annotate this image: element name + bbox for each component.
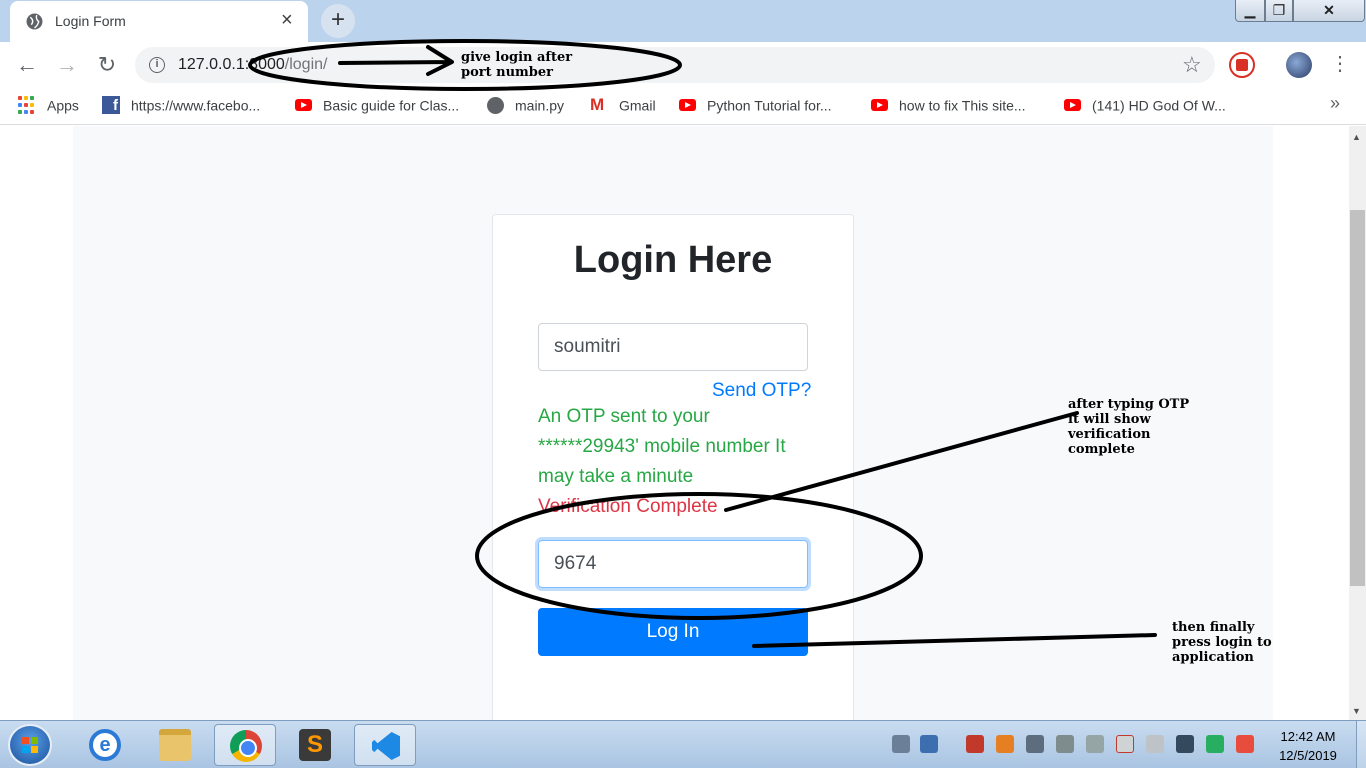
tab-title: Login Form	[55, 13, 126, 29]
bookmark-main-py[interactable]: main.py	[487, 96, 564, 116]
pdf-icon[interactable]	[966, 735, 984, 753]
internet-explorer-icon: e	[89, 729, 121, 761]
youtube-icon	[295, 99, 312, 112]
windows-taskbar: e 12:42 AM 12/5/2019	[0, 720, 1366, 768]
login-button[interactable]: Log In	[538, 608, 808, 656]
signal-icon[interactable]	[1026, 735, 1044, 753]
bookmark-basic-guide[interactable]: Basic guide for Clas...	[295, 96, 459, 116]
bookmark-facebook[interactable]: f https://www.facebo...	[102, 96, 260, 116]
globe-icon	[26, 13, 43, 30]
page-title: Login Here	[573, 239, 773, 281]
facebook-icon: f	[102, 96, 120, 115]
wifi-icon[interactable]	[892, 735, 910, 753]
scroll-down-icon[interactable]: ▼	[1352, 706, 1361, 716]
bookmark-god-of-war[interactable]: (141) HD God Of W...	[1064, 96, 1226, 116]
url-path: /login/	[284, 56, 328, 73]
start-button[interactable]	[8, 724, 52, 766]
windows-flag-icon	[22, 737, 38, 753]
back-icon[interactable]: ←	[14, 52, 40, 78]
otp-annotation-note: after typing OTP it will show verificatio…	[1068, 397, 1190, 457]
tab-strip: Login Form × + ▁ ❐ ✕	[0, 0, 1366, 42]
chrome-icon	[230, 730, 262, 762]
login-annotation-note: then finally press login to application	[1172, 620, 1272, 665]
bluetooth-transfer-icon[interactable]	[920, 735, 938, 753]
profile-avatar[interactable]	[1286, 52, 1312, 78]
taskbar-clock[interactable]: 12:42 AM 12/5/2019	[1268, 727, 1348, 765]
menu-kebab-icon[interactable]: ⋮	[1330, 50, 1350, 78]
show-desktop-button[interactable]	[1356, 721, 1366, 768]
reload-icon[interactable]: ↻	[94, 52, 120, 78]
folder-icon	[159, 729, 191, 761]
new-tab-button[interactable]: +	[321, 4, 355, 38]
verification-message: Verification Complete	[538, 496, 718, 517]
home-icon[interactable]	[1206, 735, 1224, 753]
minimize-button[interactable]: ▁	[1235, 0, 1265, 22]
send-otp-link[interactable]: Send OTP?	[712, 380, 811, 402]
youtube-icon	[679, 99, 696, 112]
network-error-icon[interactable]	[1116, 735, 1134, 753]
youtube-icon	[871, 99, 888, 112]
window-close-button[interactable]: ✕	[1293, 0, 1365, 22]
url-host: 127.0.0.1:8000	[178, 56, 285, 73]
taskbar-file-explorer[interactable]	[144, 724, 206, 766]
vscode-icon	[370, 730, 402, 762]
forward-icon[interactable]: →	[54, 52, 80, 78]
restore-button[interactable]: ❐	[1265, 0, 1293, 22]
clock-date: 12/5/2019	[1279, 748, 1337, 763]
clock-time: 12:42 AM	[1280, 729, 1336, 744]
page-scrollbar[interactable]: ▲ ▼	[1349, 126, 1366, 720]
bookmarks-bar: Apps f https://www.facebo... Basic guide …	[0, 88, 1366, 125]
battery-icon[interactable]	[1146, 735, 1164, 753]
otp-sent-message: An OTP sent to your ******29943' mobile …	[538, 406, 786, 487]
taskbar-vscode[interactable]	[354, 724, 416, 766]
url-annotation-note: give login after port number	[461, 50, 573, 80]
more-bookmarks-icon[interactable]: »	[1330, 93, 1340, 114]
bookmark-python-tutorial[interactable]: Python Tutorial for...	[679, 96, 832, 116]
bookmark-apps[interactable]: Apps	[18, 96, 79, 116]
bookmark-gmail[interactable]: Gmail	[590, 95, 656, 116]
browser-toolbar: ← → ↻ i 127.0.0.1:8000/login/ ☆ ⋮	[0, 42, 1366, 88]
otp-input[interactable]	[538, 540, 808, 588]
bluetooth-icon[interactable]	[1056, 735, 1074, 753]
youtube-icon	[1064, 99, 1081, 112]
scroll-up-icon[interactable]: ▲	[1352, 132, 1361, 142]
taskbar-sublime-text[interactable]	[284, 724, 346, 766]
login-card: Login Here Send OTP? An OTP sent to your…	[492, 214, 854, 720]
taskbar-internet-explorer[interactable]: e	[74, 724, 136, 766]
taskbar-chrome[interactable]	[214, 724, 276, 766]
url-text[interactable]: 127.0.0.1:8000/login/	[178, 56, 327, 74]
tab-close-icon[interactable]: ×	[281, 10, 293, 30]
volume-icon[interactable]	[1086, 735, 1104, 753]
browser-tab[interactable]: Login Form ×	[10, 1, 308, 42]
username-input[interactable]	[538, 323, 808, 371]
globe-icon	[487, 96, 504, 114]
gmail-icon	[590, 95, 608, 115]
info-icon[interactable]: i	[149, 57, 165, 73]
apps-grid-icon	[18, 96, 36, 114]
sublime-text-icon	[299, 729, 331, 761]
bookmark-star-icon[interactable]: ☆	[1182, 52, 1202, 78]
extension-icon[interactable]	[1229, 52, 1255, 78]
display-icon[interactable]	[1176, 735, 1194, 753]
bookmark-how-to-fix[interactable]: how to fix This site...	[871, 96, 1026, 116]
osd-icon[interactable]	[1236, 735, 1254, 753]
address-bar[interactable]: i 127.0.0.1:8000/login/ ☆	[135, 47, 1215, 83]
scroll-thumb[interactable]	[1350, 210, 1365, 586]
java-update-icon[interactable]	[996, 735, 1014, 753]
